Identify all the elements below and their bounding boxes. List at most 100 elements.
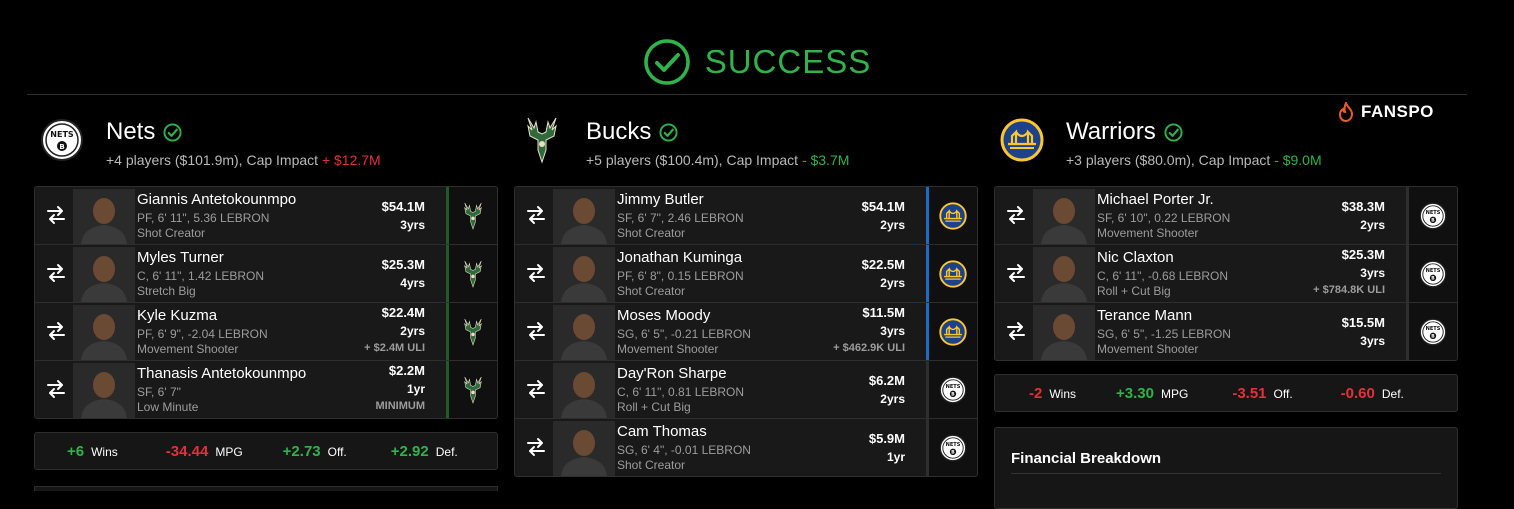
player-photo <box>73 189 135 244</box>
contract: $15.5M 3yrs <box>1342 315 1385 348</box>
destination-nets[interactable] <box>1406 245 1457 302</box>
player-position: C, 6' 11", 1.42 LEBRON <box>137 269 265 283</box>
roster-list: Giannis Antetokounmpo PF, 6' 11", 5.36 L… <box>34 186 498 419</box>
destination-bucks[interactable] <box>446 187 497 244</box>
player-row[interactable]: Nic Claxton C, 6' 11", -0.68 LEBRON Roll … <box>995 245 1457 303</box>
player-name[interactable]: Cam Thomas <box>617 423 707 440</box>
destination-nets[interactable] <box>1406 303 1457 360</box>
stat-def: -0.60 Def. <box>1341 385 1404 402</box>
player-photo <box>73 305 135 360</box>
swap-icon[interactable] <box>525 205 547 225</box>
financial-breakdown-title: Financial Breakdown <box>1011 450 1162 467</box>
player-name[interactable]: Day'Ron Sharpe <box>617 365 727 382</box>
uli-extra: + $784.8K ULI <box>1313 284 1385 296</box>
player-name[interactable]: Terance Mann <box>1097 307 1192 324</box>
nets-logo <box>1419 260 1447 288</box>
swap-icon[interactable] <box>45 205 67 225</box>
destination-bucks[interactable] <box>446 361 497 418</box>
salary: $11.5M <box>862 305 905 320</box>
summary-text: +3 players ($80.0m), Cap Impact <box>1066 152 1271 168</box>
stat-wins: +6 Wins <box>67 443 118 460</box>
swap-icon[interactable] <box>45 263 67 283</box>
swap-icon[interactable] <box>45 379 67 399</box>
bucks-logo <box>520 114 564 166</box>
player-position: PF, 6' 11", 5.36 LEBRON <box>137 211 270 225</box>
destination-warriors[interactable] <box>926 303 977 360</box>
player-name[interactable]: Nic Claxton <box>1097 249 1174 266</box>
player-row[interactable]: Jonathan Kuminga PF, 6' 8", 0.15 LEBRON S… <box>515 245 977 303</box>
nets-logo <box>939 434 967 462</box>
swap-icon[interactable] <box>1005 263 1027 283</box>
team-name: Bucks <box>586 118 652 145</box>
player-row[interactable]: Cam Thomas SG, 6' 4", -0.01 LEBRON Shot C… <box>515 419 977 476</box>
years: 1yr <box>406 382 425 396</box>
cap-impact: - $9.0M <box>1274 152 1322 168</box>
swap-icon[interactable] <box>1005 321 1027 341</box>
team-header: Warriors +3 players ($80.0m), Cap Impact… <box>994 110 1458 180</box>
player-role: Movement Shooter <box>1097 226 1199 240</box>
player-role: Stretch Big <box>137 284 196 298</box>
years: 4yrs <box>400 276 425 290</box>
destination-nets[interactable] <box>1406 187 1457 244</box>
wins-value: -2 <box>1029 384 1043 402</box>
player-position: SF, 6' 7", 2.46 LEBRON <box>617 211 744 225</box>
player-row[interactable]: Day'Ron Sharpe C, 6' 11", 0.81 LEBRON Rol… <box>515 361 977 419</box>
player-row[interactable]: Myles Turner C, 6' 11", 1.42 LEBRON Stret… <box>35 245 497 303</box>
divider <box>1011 473 1441 474</box>
player-row[interactable]: Terance Mann SG, 6' 5", -1.25 LEBRON Move… <box>995 303 1457 360</box>
player-name[interactable]: Jimmy Butler <box>617 191 704 208</box>
team-name: Nets <box>106 118 156 145</box>
player-meta: SG, 6' 5", -0.21 LEBRON Movement Shooter <box>617 327 751 357</box>
destination-bucks[interactable] <box>446 303 497 360</box>
nets-logo <box>40 118 84 162</box>
years: 3yrs <box>1360 334 1385 348</box>
player-photo <box>553 189 615 244</box>
player-meta: SF, 6' 10", 0.22 LEBRON Movement Shooter <box>1097 211 1230 241</box>
player-name[interactable]: Kyle Kuzma <box>137 307 217 324</box>
player-role: Shot Creator <box>617 226 686 240</box>
check-icon <box>659 123 678 142</box>
stat-off: -3.51 Off. <box>1232 385 1292 402</box>
swap-icon[interactable] <box>525 321 547 341</box>
team-header: Nets +4 players ($101.9m), Cap Impact + … <box>34 110 498 180</box>
player-name[interactable]: Michael Porter Jr. <box>1097 191 1214 208</box>
destination-warriors[interactable] <box>926 187 977 244</box>
player-row[interactable]: Kyle Kuzma PF, 6' 9", -2.04 LEBRON Moveme… <box>35 303 497 361</box>
player-row[interactable]: Jimmy Butler SF, 6' 7", 2.46 LEBRON Shot … <box>515 187 977 245</box>
player-position: SF, 6' 7" <box>137 385 181 399</box>
player-row[interactable]: Moses Moody SG, 6' 5", -0.21 LEBRON Movem… <box>515 303 977 361</box>
cap-impact: + $12.7M <box>321 152 381 168</box>
team-summary: +3 players ($80.0m), Cap Impact - $9.0M <box>1066 152 1322 168</box>
contract: $54.1M 2yrs <box>862 199 905 232</box>
years: 2yrs <box>880 392 905 406</box>
player-row[interactable]: Michael Porter Jr. SF, 6' 10", 0.22 LEBR… <box>995 187 1457 245</box>
player-name[interactable]: Jonathan Kuminga <box>617 249 742 266</box>
player-row[interactable]: Thanasis Antetokounmpo SF, 6' 7" Low Minu… <box>35 361 497 418</box>
player-role: Shot Creator <box>617 284 686 298</box>
salary: $54.1M <box>381 199 425 214</box>
swap-icon[interactable] <box>525 437 547 457</box>
wins-value: +6 <box>67 442 85 460</box>
destination-nets[interactable] <box>926 361 977 418</box>
player-name[interactable]: Myles Turner <box>137 249 224 266</box>
swap-icon[interactable] <box>525 263 547 283</box>
uli-extra: + $462.9K ULI <box>833 342 905 354</box>
player-photo <box>1033 189 1095 244</box>
swap-icon[interactable] <box>525 379 547 399</box>
uli-extra: + $2.4M ULI <box>364 342 425 354</box>
mpg-label: MPG <box>1160 386 1189 401</box>
player-name[interactable]: Moses Moody <box>617 307 710 324</box>
player-position: SG, 6' 5", -1.25 LEBRON <box>1097 327 1231 341</box>
stat-def: +2.92 Def. <box>391 443 458 460</box>
salary: $25.3M <box>1341 247 1385 262</box>
years: 3yrs <box>1360 266 1385 280</box>
destination-nets[interactable] <box>926 419 977 476</box>
player-name[interactable]: Thanasis Antetokounmpo <box>137 365 306 382</box>
player-row[interactable]: Giannis Antetokounmpo PF, 6' 11", 5.36 L… <box>35 187 497 245</box>
destination-bucks[interactable] <box>446 245 497 302</box>
player-name[interactable]: Giannis Antetokounmpo <box>137 191 296 208</box>
destination-warriors[interactable] <box>926 245 977 302</box>
swap-icon[interactable] <box>1005 205 1027 225</box>
swap-icon[interactable] <box>45 321 67 341</box>
bucks-logo <box>460 374 486 406</box>
